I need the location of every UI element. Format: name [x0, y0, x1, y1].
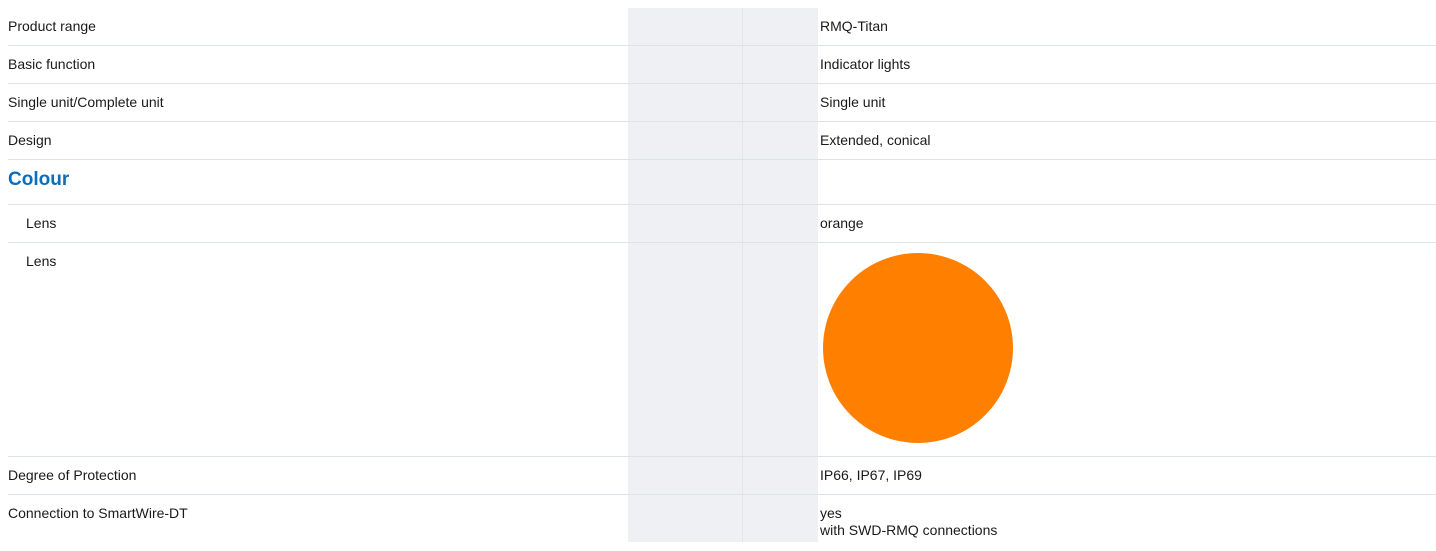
row-value-empty [818, 160, 1436, 204]
row-value: Extended, conical [820, 132, 931, 148]
spacer-column [628, 160, 818, 204]
spacer-column [628, 46, 818, 83]
technical-data-table: Product range RMQ-Titan Basic function I… [8, 8, 1436, 542]
table-row: Lens [8, 243, 1436, 457]
row-value: IP66, IP67, IP69 [820, 467, 922, 483]
row-label: Single unit/Complete unit [8, 94, 164, 110]
row-label: Lens [26, 253, 57, 269]
spacer-column [628, 457, 818, 494]
table-row: Basic function Indicator lights [8, 46, 1436, 84]
row-value-line: yes [820, 505, 842, 521]
row-value: orange [820, 215, 864, 231]
section-title: Colour [8, 169, 70, 190]
row-value: RMQ-Titan [820, 18, 888, 34]
row-value: Indicator lights [820, 56, 911, 72]
table-row: Design Extended, conical [8, 122, 1436, 160]
lens-colour-swatch [823, 253, 1013, 443]
spacer-column [628, 205, 818, 242]
row-label: Basic function [8, 56, 96, 72]
row-value-line: with SWD-RMQ connections [820, 522, 998, 538]
row-label: Degree of Protection [8, 467, 137, 483]
row-label: Lens [26, 215, 57, 231]
row-value [818, 243, 1436, 456]
spacer-column [628, 122, 818, 159]
spacer-column [628, 84, 818, 121]
row-value: Single unit [820, 94, 886, 110]
table-row: Product range RMQ-Titan [8, 8, 1436, 46]
table-row: Lens orange [8, 205, 1436, 243]
section-header-row: Colour [8, 160, 1436, 205]
spacer-column [628, 495, 818, 542]
spacer-column [628, 243, 818, 456]
table-row: Connection to SmartWire-DT yes with SWD-… [8, 495, 1436, 542]
row-label: Design [8, 132, 52, 148]
table-row: Single unit/Complete unit Single unit [8, 84, 1436, 122]
table-row: Degree of Protection IP66, IP67, IP69 [8, 457, 1436, 495]
row-value: yes with SWD-RMQ connections [818, 495, 1436, 542]
row-label: Connection to SmartWire-DT [8, 505, 188, 521]
spacer-column [628, 8, 818, 45]
row-label: Product range [8, 18, 96, 34]
